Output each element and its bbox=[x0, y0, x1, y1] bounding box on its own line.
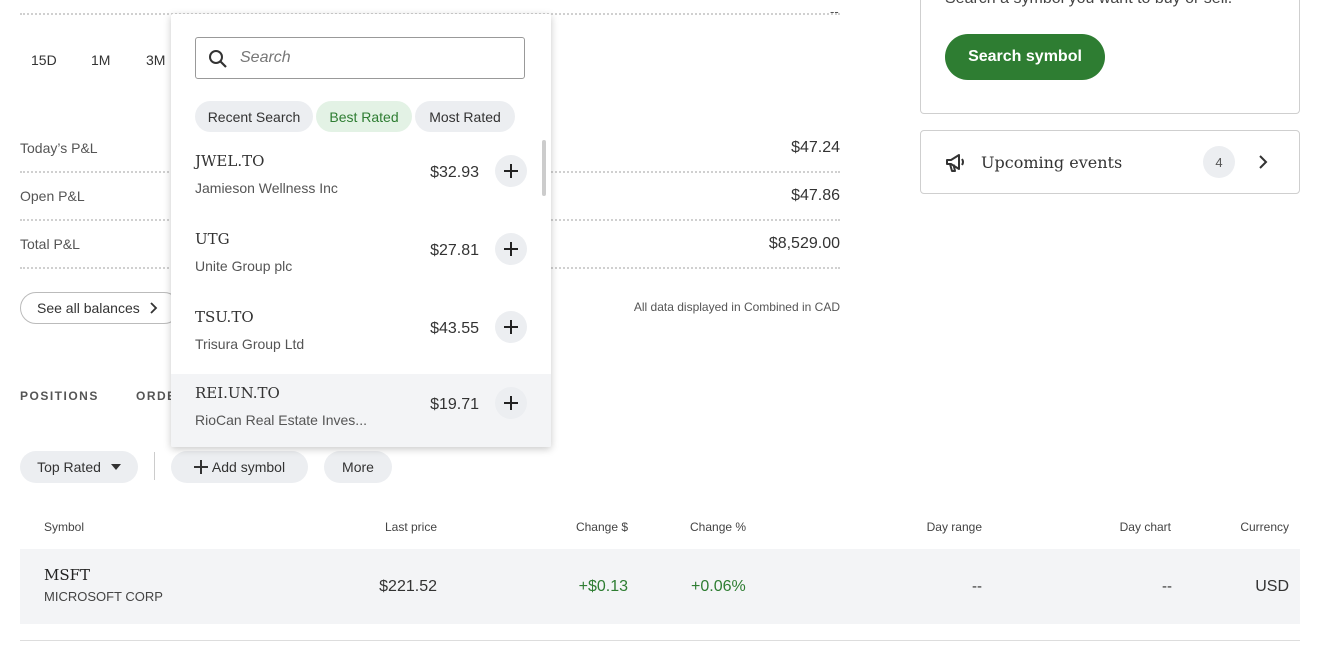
caret-down-icon bbox=[110, 464, 121, 470]
item-price: $19.71 bbox=[430, 396, 479, 413]
filter-best-rated[interactable]: Best Rated bbox=[316, 101, 412, 132]
add-symbol-button[interactable]: Add symbol bbox=[171, 451, 308, 483]
item-name: Jamieson Wellness Inc bbox=[195, 180, 338, 196]
range-15d-button[interactable]: 15D bbox=[31, 52, 57, 68]
list-item[interactable]: JWEL.TO Jamieson Wellness Inc $32.93 bbox=[171, 142, 551, 220]
item-price: $27.81 bbox=[430, 242, 479, 259]
header-currency[interactable]: Currency bbox=[1240, 520, 1289, 534]
header-symbol[interactable]: Symbol bbox=[44, 520, 84, 534]
add-item-button[interactable] bbox=[495, 311, 527, 343]
plus-icon bbox=[504, 164, 518, 178]
item-symbol: UTG bbox=[195, 230, 230, 248]
top-rated-select[interactable]: Top Rated bbox=[20, 451, 138, 483]
header-change-pct[interactable]: Change % bbox=[690, 520, 746, 534]
search-symbol-label: Search symbol bbox=[968, 48, 1082, 65]
row-company-name: MICROSOFT CORP bbox=[44, 589, 163, 604]
table-bottom-divider bbox=[20, 640, 1300, 641]
events-count-badge: 4 bbox=[1203, 146, 1235, 178]
item-symbol: REI.UN.TO bbox=[195, 384, 280, 402]
row-change-dollar: +$0.13 bbox=[578, 578, 628, 595]
list-item[interactable]: REI.UN.TO RioCan Real Estate Inves... $1… bbox=[171, 374, 551, 447]
search-icon bbox=[208, 49, 228, 69]
row-symbol[interactable]: MSFT bbox=[44, 566, 90, 584]
list-item[interactable]: TSU.TO Trisura Group Ltd $43.55 bbox=[171, 298, 551, 376]
chevron-right-icon bbox=[148, 302, 158, 314]
range-3m-button[interactable]: 3M bbox=[146, 52, 165, 68]
todays-pnl-value: $47.24 bbox=[791, 139, 840, 156]
search-symbol-card: Search a symbol you want to buy or sell.… bbox=[920, 0, 1300, 114]
add-item-button[interactable] bbox=[495, 155, 527, 187]
total-pnl-label: Total P&L bbox=[20, 236, 80, 252]
chevron-right-icon[interactable] bbox=[1258, 155, 1268, 169]
header-day-chart[interactable]: Day chart bbox=[1120, 520, 1171, 534]
see-all-balances-label: See all balances bbox=[37, 300, 140, 316]
plus-icon bbox=[504, 396, 518, 410]
data-note: All data displayed in Combined in CAD bbox=[633, 300, 840, 314]
header-last-price[interactable]: Last price bbox=[385, 520, 437, 534]
filter-recent-search[interactable]: Recent Search bbox=[195, 101, 313, 132]
row-day-chart: -- bbox=[1162, 578, 1172, 595]
plus-icon bbox=[504, 242, 518, 256]
upcoming-events-card[interactable]: Upcoming events 4 bbox=[920, 130, 1300, 194]
table-row[interactable]: MSFT MICROSOFT CORP $221.52 +$0.13 +0.06… bbox=[20, 549, 1300, 624]
item-symbol: TSU.TO bbox=[195, 308, 254, 326]
todays-pnl-label: Today’s P&L bbox=[20, 140, 98, 156]
row-currency: USD bbox=[1255, 578, 1289, 595]
row-last-price: $221.52 bbox=[379, 578, 437, 595]
symbol-search-dropdown: Search Recent Search Best Rated Most Rat… bbox=[171, 14, 551, 447]
total-pnl-value: $8,529.00 bbox=[768, 235, 840, 252]
tab-positions[interactable]: POSITIONS bbox=[20, 389, 99, 403]
search-placeholder: Search bbox=[240, 49, 291, 66]
filter-most-rated[interactable]: Most Rated bbox=[415, 101, 515, 132]
plus-icon bbox=[193, 460, 208, 474]
top-placeholder: -- bbox=[830, 4, 839, 19]
row-change-pct: +0.06% bbox=[691, 578, 746, 595]
search-input[interactable]: Search bbox=[195, 37, 525, 79]
item-name: Trisura Group Ltd bbox=[195, 336, 305, 352]
more-label: More bbox=[342, 459, 374, 475]
item-price: $32.93 bbox=[430, 164, 479, 181]
item-name: Unite Group plc bbox=[195, 258, 293, 274]
item-price: $43.55 bbox=[430, 320, 479, 337]
range-1m-button[interactable]: 1M bbox=[91, 52, 110, 68]
upcoming-events-label: Upcoming events bbox=[981, 153, 1123, 172]
see-all-balances-button[interactable]: See all balances bbox=[20, 292, 180, 324]
top-rated-label: Top Rated bbox=[37, 459, 101, 475]
add-item-button[interactable] bbox=[495, 233, 527, 265]
search-symbol-button[interactable]: Search symbol bbox=[945, 34, 1105, 80]
more-button[interactable]: More bbox=[324, 451, 392, 483]
row-day-range: -- bbox=[972, 578, 982, 595]
megaphone-icon bbox=[945, 153, 967, 173]
header-day-range[interactable]: Day range bbox=[927, 520, 982, 534]
add-symbol-label: Add symbol bbox=[211, 459, 286, 475]
plus-icon bbox=[504, 320, 518, 334]
open-pnl-label: Open P&L bbox=[20, 188, 85, 204]
add-item-button[interactable] bbox=[495, 387, 527, 419]
list-item[interactable]: UTG Unite Group plc $27.81 bbox=[171, 220, 551, 298]
toolbar-separator bbox=[154, 452, 155, 480]
item-symbol: JWEL.TO bbox=[195, 152, 265, 170]
header-change-dollar[interactable]: Change $ bbox=[576, 520, 628, 534]
open-pnl-value: $47.86 bbox=[791, 187, 840, 204]
search-card-text: Search a symbol you want to buy or sell. bbox=[945, 0, 1232, 8]
item-name: RioCan Real Estate Inves... bbox=[195, 412, 367, 428]
